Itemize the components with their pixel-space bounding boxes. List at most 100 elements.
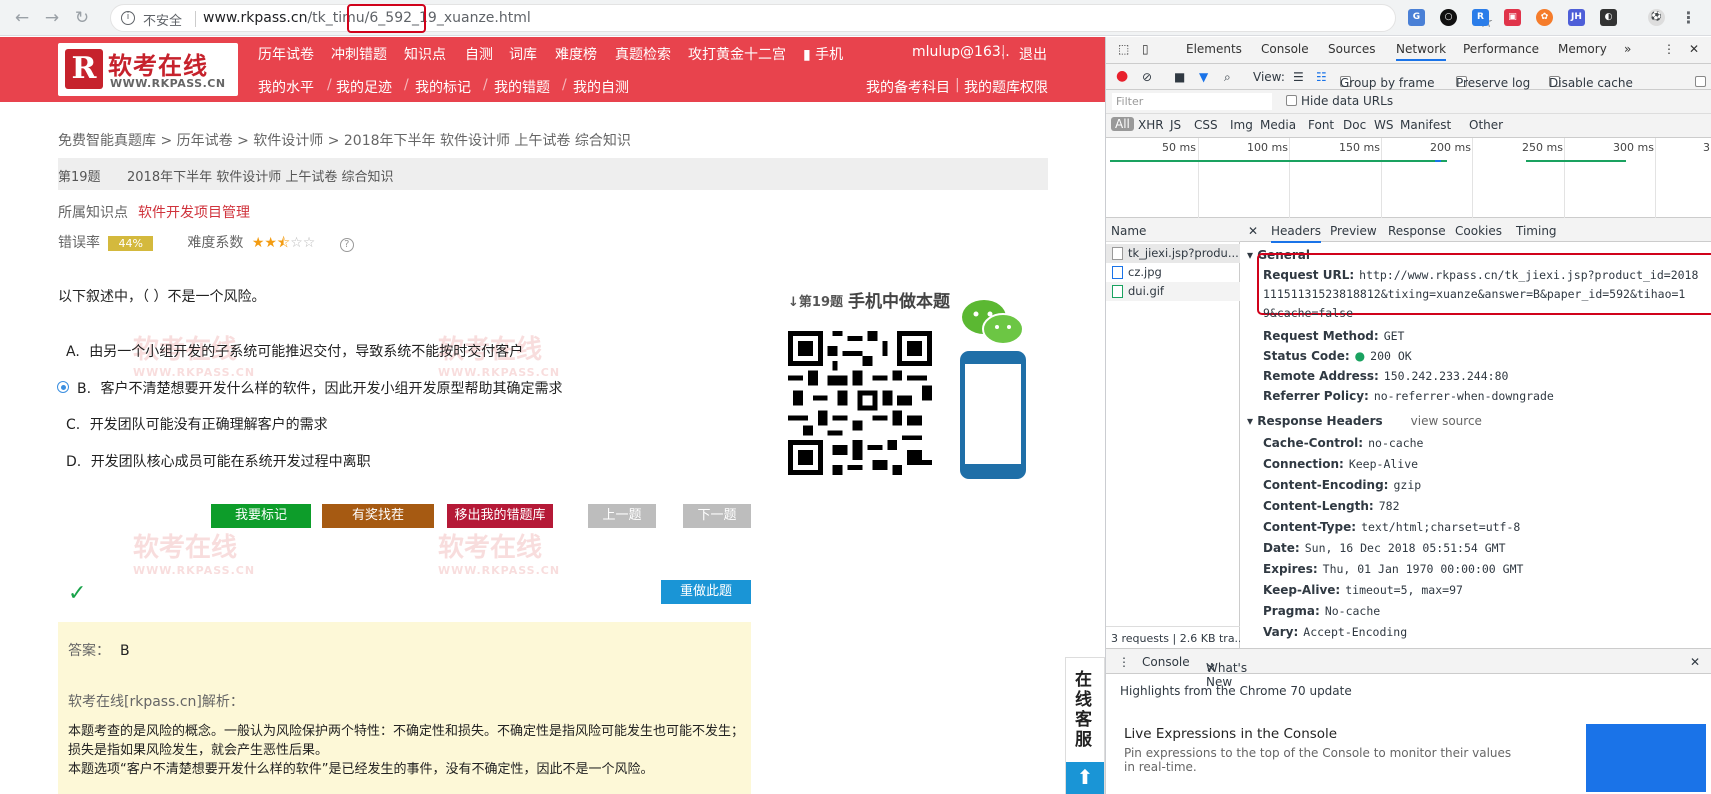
subnav-subjects[interactable]: 我的备考科目: [866, 77, 950, 97]
help-icon[interactable]: ?: [339, 238, 354, 252]
drawer-menu-icon[interactable]: ⋮: [1118, 655, 1130, 669]
circle-icon[interactable]: ○: [1440, 9, 1457, 26]
nav-selftest[interactable]: 自测: [465, 44, 493, 64]
ext-orange-icon[interactable]: ✿: [1536, 9, 1553, 26]
back-to-top-icon[interactable]: ⬆: [1066, 762, 1104, 794]
analysis-text: 本题考查的是风险的概念。一般认为风险保护两个特性：不确定性和损失。不确定性是指风…: [68, 722, 748, 779]
ext-ball-icon[interactable]: ⚽: [1648, 9, 1665, 26]
tab-performance[interactable]: Performance: [1463, 42, 1539, 56]
site-logo[interactable]: R 软考在线 WWW.RKPASS.CN: [58, 43, 238, 96]
info-icon[interactable]: i: [121, 11, 135, 25]
devtools-close-icon[interactable]: ✕: [1689, 42, 1699, 56]
remove-wrong-button[interactable]: 移出我的错题库: [447, 504, 553, 528]
reload-icon[interactable]: ↻: [72, 8, 92, 28]
tab-network[interactable]: Network: [1396, 42, 1447, 61]
nav-knowledge[interactable]: 知识点: [404, 44, 446, 64]
nav-wordbank[interactable]: 词库: [509, 44, 537, 64]
back-icon[interactable]: ←: [12, 8, 32, 28]
request-row[interactable]: cz.jpg: [1106, 263, 1240, 282]
view-source-link[interactable]: view source: [1411, 414, 1482, 428]
type-font[interactable]: Font: [1308, 118, 1334, 132]
overview-icon[interactable]: ☷: [1316, 70, 1327, 84]
type-media[interactable]: Media: [1260, 118, 1296, 132]
image-file-icon: [1112, 266, 1123, 279]
type-ws[interactable]: WS: [1374, 118, 1393, 132]
tab-elements[interactable]: Elements: [1186, 42, 1242, 56]
tab-cookies[interactable]: Cookies: [1455, 224, 1502, 238]
nav-sprint[interactable]: 冲刺错题: [331, 44, 387, 64]
subnav-marks[interactable]: 我的标记: [415, 77, 471, 97]
filter-icon[interactable]: ▼: [1199, 70, 1208, 84]
ext-mask-icon[interactable]: ◐: [1600, 9, 1617, 26]
type-css[interactable]: CSS: [1194, 118, 1218, 132]
search-icon[interactable]: ⌕: [1224, 70, 1231, 85]
tab-close-icon[interactable]: ✕: [1206, 661, 1216, 675]
subnav-level[interactable]: 我的水平: [258, 77, 314, 97]
response-headers-toggle[interactable]: ▾ Response Headers view source: [1247, 414, 1482, 428]
tab-memory[interactable]: Memory: [1558, 42, 1607, 56]
nav-search[interactable]: 真题检索: [615, 44, 671, 64]
radio-selected-icon[interactable]: [57, 381, 69, 393]
subnav-errors[interactable]: 我的错题: [494, 77, 550, 97]
address-bar[interactable]: i 不安全 www.rkpass.cn/tk_timu/6_592_19_xua…: [110, 4, 1493, 32]
subnav-permissions[interactable]: 我的题库权限: [964, 77, 1048, 97]
name-column-header[interactable]: Name: [1106, 218, 1240, 242]
hide-data-urls-checkbox[interactable]: Hide data URLs: [1286, 94, 1393, 108]
more-tabs-icon[interactable]: »: [1624, 42, 1631, 56]
request-row[interactable]: dui.gif: [1106, 282, 1240, 301]
tab-preview[interactable]: Preview: [1330, 224, 1377, 238]
capture-screenshots-icon[interactable]: ■: [1174, 70, 1185, 84]
type-doc[interactable]: Doc: [1343, 118, 1366, 132]
option-a[interactable]: A. 由另一个小组开发的子系统可能推迟交付，导致系统不能按时交付客户: [66, 341, 523, 361]
nav-history[interactable]: 历年试卷: [258, 44, 314, 64]
breadcrumb[interactable]: 免费智能真题库 > 历年试卷 > 软件设计师 > 2018年下半年 软件设计师 …: [58, 130, 631, 150]
tab-sources[interactable]: Sources: [1328, 42, 1375, 56]
next-button[interactable]: 下一题: [683, 504, 751, 528]
tab-headers[interactable]: Headers: [1271, 224, 1321, 243]
type-manifest[interactable]: Manifest: [1400, 118, 1451, 132]
drawer-close-icon[interactable]: ✕: [1690, 655, 1700, 669]
filter-input[interactable]: Filter: [1112, 93, 1272, 110]
option-b[interactable]: B. 客户不清楚想要开发什么样的软件，因此开发小组开发原型帮助其确定需求: [57, 378, 563, 398]
online-service-widget[interactable]: 在线客服 ⬆: [1065, 657, 1105, 794]
user-name[interactable]: mlulup@163..: [912, 44, 1010, 60]
type-xhr[interactable]: XHR: [1138, 118, 1164, 132]
option-d[interactable]: D. 开发团队核心成员可能在系统开发过程中离职: [66, 451, 371, 471]
ext-gift-icon[interactable]: ▣: [1504, 9, 1521, 26]
nav-zodiac[interactable]: 攻打黄金十二宫: [688, 44, 786, 64]
mark-button[interactable]: 我要标记: [211, 504, 311, 528]
nav-difficulty[interactable]: 难度榜: [555, 44, 597, 64]
type-img[interactable]: Img: [1230, 118, 1253, 132]
prev-button[interactable]: 上一题: [588, 504, 656, 528]
devtools-menu-icon[interactable]: ⋮: [1663, 42, 1675, 56]
nav-mobile[interactable]: ▮ 手机: [803, 44, 843, 64]
clear-icon[interactable]: ⊘: [1142, 70, 1152, 84]
request-detail: ✕ Headers Preview Response Cookies Timin…: [1240, 218, 1711, 648]
kp-link[interactable]: 软件开发项目管理: [138, 205, 250, 221]
inspect-icon[interactable]: ⬚: [1118, 42, 1129, 56]
type-other[interactable]: Other: [1469, 118, 1503, 132]
qr-code[interactable]: [788, 331, 932, 475]
logout-link[interactable]: 退出: [1019, 44, 1047, 64]
drawer-tab-console[interactable]: Console: [1142, 655, 1190, 669]
tab-console[interactable]: Console: [1261, 42, 1309, 56]
ext-r-icon[interactable]: R: [1472, 9, 1489, 26]
type-all[interactable]: All: [1111, 117, 1134, 131]
subnav-footprint[interactable]: 我的足迹: [336, 77, 392, 97]
request-row[interactable]: tk_jiexi.jsp?produ...: [1106, 244, 1240, 263]
subnav-selftest[interactable]: 我的自测: [573, 77, 629, 97]
tab-timing[interactable]: Timing: [1516, 224, 1557, 238]
menu-kebab-icon[interactable]: ⋮: [1680, 9, 1697, 26]
forward-icon[interactable]: →: [42, 8, 62, 28]
ext-jh-icon[interactable]: JH: [1568, 9, 1585, 26]
translate-icon[interactable]: G: [1408, 9, 1425, 26]
report-bug-button[interactable]: 有奖找茬: [322, 504, 434, 528]
record-icon[interactable]: ●: [1116, 68, 1128, 84]
device-toggle-icon[interactable]: ▯: [1142, 42, 1149, 56]
large-rows-icon[interactable]: ☰: [1293, 70, 1304, 84]
redo-button[interactable]: 重做此题: [661, 580, 751, 604]
detail-close-icon[interactable]: ✕: [1248, 224, 1258, 238]
option-c[interactable]: C. 开发团队可能没有正确理解客户的需求: [66, 414, 328, 434]
type-js[interactable]: JS: [1170, 118, 1181, 132]
tab-response[interactable]: Response: [1388, 224, 1446, 238]
